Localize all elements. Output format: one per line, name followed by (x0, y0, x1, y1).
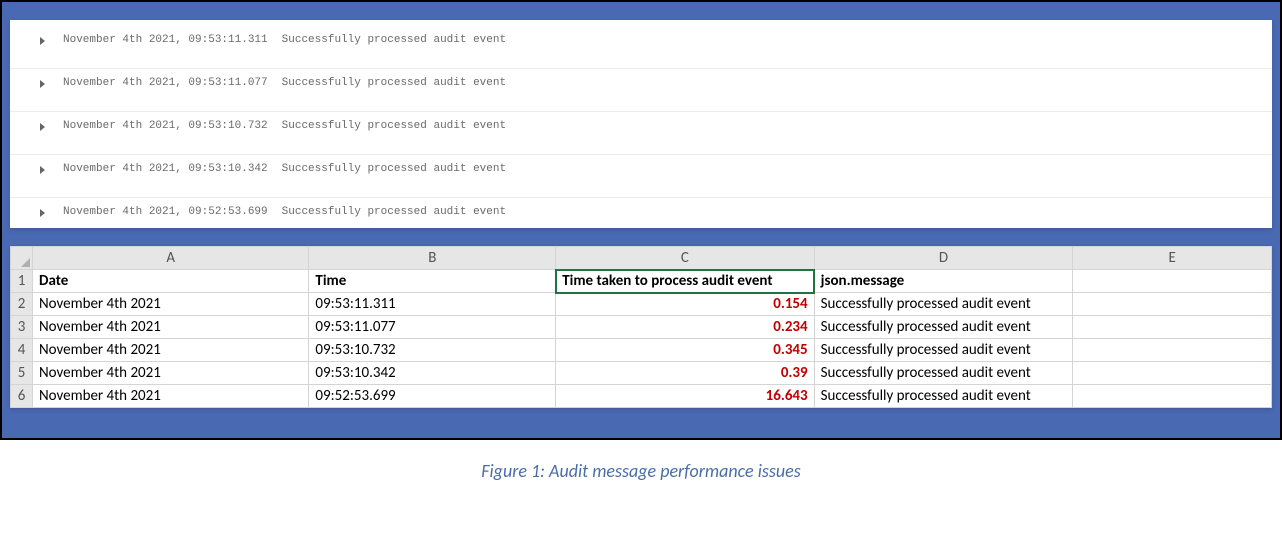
row-header[interactable]: 6 (11, 385, 33, 408)
log-message: Successfully processed audit event (282, 77, 506, 89)
cell[interactable]: 16.643 (556, 385, 814, 408)
log-row[interactable]: November 4th 2021, 09:53:10.732 Successf… (10, 112, 1272, 155)
cell[interactable]: November 4th 2021 (32, 293, 308, 316)
row-header[interactable]: 5 (11, 362, 33, 385)
log-timestamp: November 4th 2021, 09:53:11.077 (63, 77, 268, 89)
cell[interactable]: 0.234 (556, 316, 814, 339)
log-timestamp: November 4th 2021, 09:53:10.732 (63, 120, 268, 132)
cell[interactable] (1073, 293, 1272, 316)
cell[interactable]: Successfully processed audit event (814, 385, 1073, 408)
log-row[interactable]: November 4th 2021, 09:53:11.077 Successf… (10, 69, 1272, 112)
log-message: Successfully processed audit event (282, 163, 506, 175)
row-header[interactable]: 2 (11, 293, 33, 316)
cell[interactable]: 09:52:53.699 (309, 385, 556, 408)
col-header-B[interactable]: B (309, 247, 556, 270)
cell[interactable]: Date (32, 270, 308, 293)
cell[interactable]: November 4th 2021 (32, 362, 308, 385)
cell[interactable] (1073, 362, 1272, 385)
expand-icon[interactable] (40, 166, 45, 174)
cell-selected[interactable]: Time taken to process audit event (556, 270, 814, 293)
log-timestamp: November 4th 2021, 09:53:11.311 (63, 34, 268, 46)
cell[interactable]: Successfully processed audit event (814, 293, 1073, 316)
cell[interactable]: 09:53:11.311 (309, 293, 556, 316)
cell[interactable]: json.message (814, 270, 1073, 293)
cell[interactable]: 09:53:10.732 (309, 339, 556, 362)
cell[interactable] (1073, 385, 1272, 408)
cell[interactable] (1073, 339, 1272, 362)
figure-container: November 4th 2021, 09:53:11.311 Successf… (0, 0, 1282, 440)
table-row: 2 November 4th 2021 09:53:11.311 0.154 S… (11, 293, 1272, 316)
log-message: Successfully processed audit event (282, 120, 506, 132)
log-message: Successfully processed audit event (282, 34, 506, 46)
column-header-row: A B C D E (11, 247, 1272, 270)
cell[interactable]: November 4th 2021 (32, 385, 308, 408)
row-header[interactable]: 4 (11, 339, 33, 362)
cell[interactable]: 0.154 (556, 293, 814, 316)
table-row: 5 November 4th 2021 09:53:10.342 0.39 Su… (11, 362, 1272, 385)
figure-caption: Figure 1: Audit message performance issu… (0, 460, 1282, 482)
row-header[interactable]: 3 (11, 316, 33, 339)
cell[interactable]: 09:53:11.077 (309, 316, 556, 339)
table-row: 1 Date Time Time taken to process audit … (11, 270, 1272, 293)
col-header-D[interactable]: D (814, 247, 1073, 270)
col-header-E[interactable]: E (1073, 247, 1272, 270)
log-panel: November 4th 2021, 09:53:11.311 Successf… (10, 20, 1272, 228)
expand-icon[interactable] (40, 209, 45, 217)
cell[interactable]: 0.345 (556, 339, 814, 362)
cell[interactable]: 09:53:10.342 (309, 362, 556, 385)
cell[interactable]: Successfully processed audit event (814, 362, 1073, 385)
cell[interactable]: November 4th 2021 (32, 316, 308, 339)
cell[interactable] (1073, 316, 1272, 339)
col-header-C[interactable]: C (556, 247, 814, 270)
expand-icon[interactable] (40, 37, 45, 45)
cell[interactable]: Successfully processed audit event (814, 316, 1073, 339)
expand-icon[interactable] (40, 80, 45, 88)
col-header-A[interactable]: A (32, 247, 308, 270)
log-row[interactable]: November 4th 2021, 09:52:53.699 Successf… (10, 198, 1272, 228)
cell[interactable]: 0.39 (556, 362, 814, 385)
select-all-corner[interactable] (11, 247, 33, 270)
cell[interactable] (1073, 270, 1272, 293)
log-timestamp: November 4th 2021, 09:52:53.699 (63, 206, 268, 218)
spreadsheet[interactable]: A B C D E 1 Date Time Time taken to proc… (10, 246, 1272, 408)
cell[interactable]: November 4th 2021 (32, 339, 308, 362)
log-message: Successfully processed audit event (282, 206, 506, 218)
log-row[interactable]: November 4th 2021, 09:53:11.311 Successf… (10, 26, 1272, 69)
table-row: 3 November 4th 2021 09:53:11.077 0.234 S… (11, 316, 1272, 339)
table-row: 6 November 4th 2021 09:52:53.699 16.643 … (11, 385, 1272, 408)
row-header[interactable]: 1 (11, 270, 33, 293)
log-row[interactable]: November 4th 2021, 09:53:10.342 Successf… (10, 155, 1272, 198)
table-row: 4 November 4th 2021 09:53:10.732 0.345 S… (11, 339, 1272, 362)
log-timestamp: November 4th 2021, 09:53:10.342 (63, 163, 268, 175)
cell[interactable]: Successfully processed audit event (814, 339, 1073, 362)
expand-icon[interactable] (40, 123, 45, 131)
cell[interactable]: Time (309, 270, 556, 293)
select-all-icon (21, 258, 30, 267)
